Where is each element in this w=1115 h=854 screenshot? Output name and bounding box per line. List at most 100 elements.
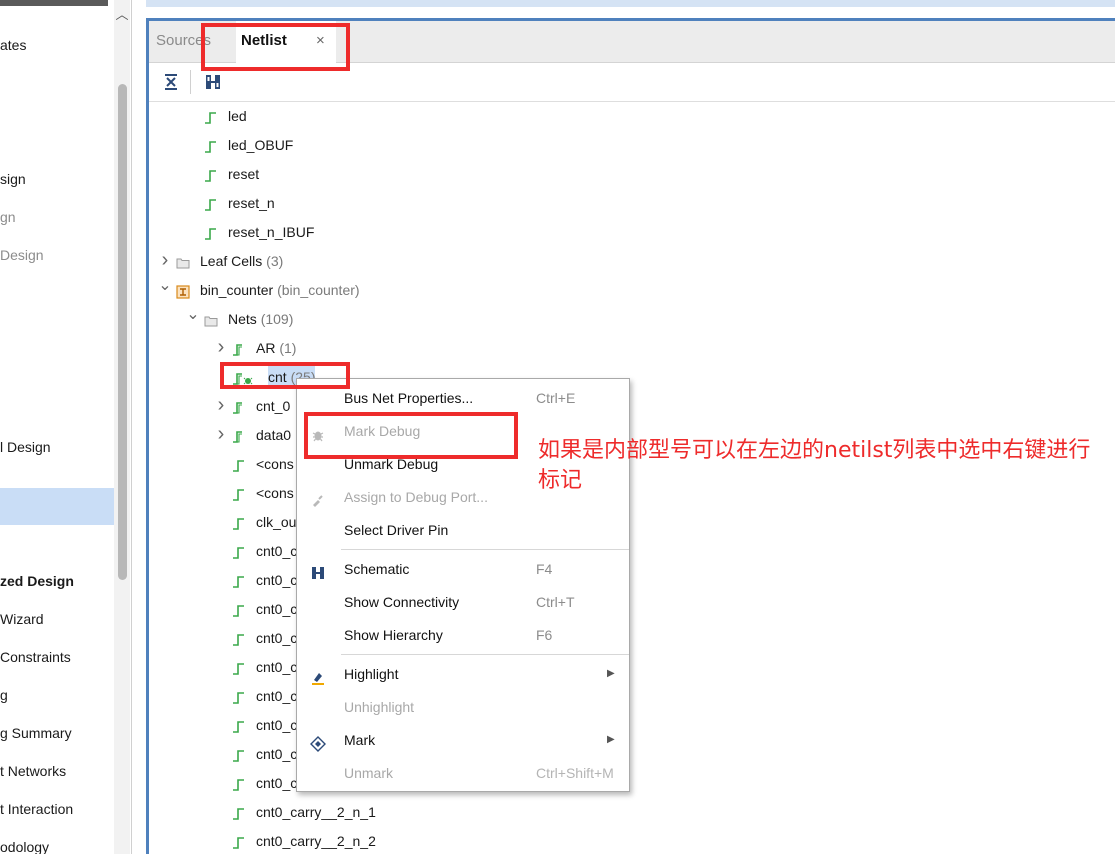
cell-icon [176,283,190,305]
tree-node-name: cnt0_carry__2_n_1 [256,804,376,820]
chevron-down-icon[interactable]: ⌄ [186,307,200,323]
net-icon [232,689,246,711]
net-icon [232,602,246,624]
assign-debug-icon [310,489,326,507]
tree-row-label: cnt0_carry__2_n_1 [256,801,376,823]
net-icon [232,515,246,537]
net-icon [232,805,246,827]
tree-row-label: cnt0_c [256,540,297,562]
net-icon [232,660,246,682]
navigator-scrollbar-thumb[interactable] [118,84,127,580]
chevron-right-icon[interactable]: › [214,337,228,357]
tree-row-label: reset_n [228,192,275,214]
tree-row[interactable]: led_OBUF [0,134,600,156]
tree-row-label: cnt0_c [256,714,297,736]
tree-row[interactable]: ⌄ Nets (109) [0,307,600,330]
net-icon [232,718,246,740]
collapse-all-icon[interactable] [161,72,181,92]
tree-node-name: clk_ou [256,514,297,530]
annotation-box-netlist-tab [201,23,350,71]
menu-item-unmark: Unmark Ctrl+Shift+M [297,758,629,788]
tree-node-name: reset_n_IBUF [228,224,315,240]
net-icon [232,747,246,769]
tree-row-label: cnt0_c [256,569,297,591]
tree-node-name: cnt0_c [256,746,298,762]
tree-node-name: led [228,108,247,124]
tree-row[interactable]: led [0,105,600,127]
menu-item-shortcut: Ctrl+T [536,594,575,610]
tree-node-name: cnt0_c [256,630,298,646]
tree-row[interactable]: reset_n [0,192,600,214]
menu-item-label: Unmark [344,765,394,781]
tree-node-name: cnt0_c [256,543,298,559]
menu-separator [341,549,629,550]
tree-row-label: <cons [256,453,294,475]
tree-node-count: (1) [279,340,297,356]
window-top-strip [146,0,1115,7]
annotation-box-mark-debug [304,412,518,459]
tree-node-name: cnt0_c [256,659,298,675]
menu-item-shortcut: Ctrl+Shift+M [536,765,614,781]
chevron-down-icon[interactable]: ⌄ [158,278,172,294]
tree-node-name: <cons [256,456,294,472]
tree-node-name: <cons [256,485,294,501]
tree-row-label: Nets (109) [228,308,293,330]
schematic-icon [310,561,326,579]
tree-row[interactable]: reset [0,163,600,185]
scroll-up-icon[interactable]: ︿ [114,6,130,24]
mark-icon [310,732,326,752]
menu-item-show-hierarchy[interactable]: Show Hierarchy F6 [297,620,629,650]
tree-row-label: bin_counter (bin_counter) [200,279,360,301]
tree-row-label: cnt0_c [256,627,297,649]
menu-item-label: Bus Net Properties... [344,390,474,406]
tree-node-name: cnt0_c [256,717,298,733]
menu-item-label: Unhighlight [344,699,415,715]
menu-item-label: Show Connectivity [344,594,460,610]
tree-row[interactable]: › Leaf Cells (3) [0,250,600,272]
tree-node-name: data0 [256,427,292,443]
net-icon [232,486,246,508]
nav-item[interactable]: ates [0,36,26,54]
tree-node-name: cnt0_c [256,572,298,588]
tree-node-name: cnt0_c [256,601,298,617]
annotation-box-cnt-net [220,362,350,389]
menu-item-label: Select Driver Pin [344,522,449,538]
chevron-right-icon[interactable]: › [158,250,172,270]
menu-item-schematic[interactable]: Schematic F4 [297,554,629,584]
tree-node-name: Nets [228,311,257,327]
tree-row-label: cnt0_c [256,685,297,707]
net-icon [204,138,218,160]
tree-row[interactable]: cnt0_carry__2_n_2 [0,830,600,852]
tree-node-name: cnt0_carry__2_n_2 [256,833,376,849]
tree-row-label: Leaf Cells (3) [200,250,283,272]
menu-item-select-driver-pin[interactable]: Select Driver Pin [297,515,629,545]
tree-row-label: reset [228,163,259,185]
menu-item-shortcut: Ctrl+E [536,390,576,406]
tree-row[interactable]: › AR (1) [0,337,600,359]
chevron-right-icon[interactable]: › [214,424,228,444]
annotation-text: 如果是内部型号可以在左边的netilst列表中选中右键进行标记 [538,438,1091,493]
folder-icon [204,312,218,334]
tree-row-label: cnt0_c [256,598,297,620]
tree-row[interactable]: cnt0_carry__2_n_1 [0,801,600,823]
tree-node-name: reset [228,166,260,182]
net-icon [204,196,218,218]
schematic-icon[interactable] [203,72,223,92]
chevron-right-icon[interactable]: › [214,395,228,415]
net-icon [232,834,246,854]
menu-item-highlight[interactable]: Highlight ▶ [297,659,629,689]
net-icon [232,776,246,798]
tree-row[interactable]: reset_n_IBUF [0,221,600,243]
tree-node-name: cnt0_c [256,775,298,791]
menu-item-mark[interactable]: Mark ▶ [297,725,629,755]
tree-node-count: (3) [266,253,284,269]
menu-item-show-connectivity[interactable]: Show Connectivity Ctrl+T [297,587,629,617]
tree-row-label: data0 [256,424,291,446]
tree-row-label: reset_n_IBUF [228,221,314,243]
bus-net-icon [232,399,254,421]
net-icon [232,573,246,595]
submenu-arrow-icon: ▶ [607,668,615,679]
tree-row[interactable]: ⌄ bin_counter (bin_counter) [0,278,600,301]
tree-node-name: reset_n [228,195,275,211]
tree-row-label: <cons [256,482,294,504]
